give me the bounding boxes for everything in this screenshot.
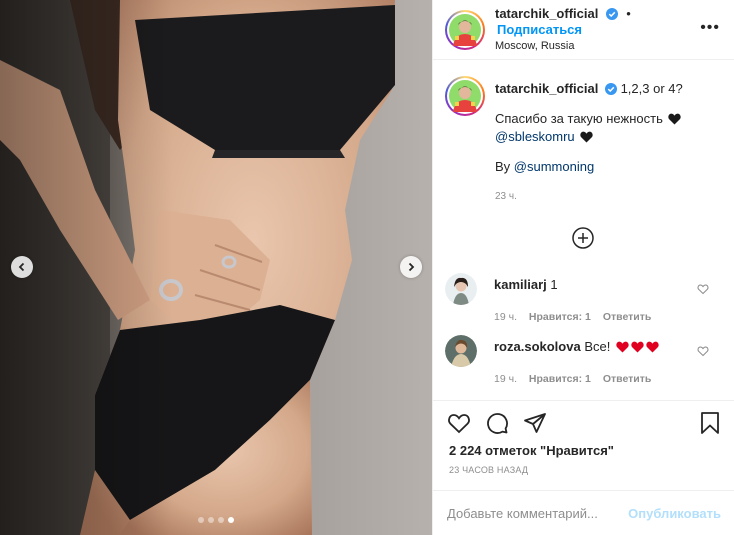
post-header: tatarchik_official • Подписаться Moscow,… [433,0,734,60]
load-more-comments-icon[interactable] [571,226,595,250]
follow-button[interactable]: Подписаться [497,22,582,37]
likes-count[interactable]: 2 224 отметок "Нравится" [449,443,614,458]
add-comment-bar: Опубликовать [433,490,734,535]
post-actions: 2 224 отметок "Нравится" 23 ЧАСОВ НАЗАД [433,400,734,490]
caption-credit-prefix: By [495,159,514,174]
comment-username[interactable]: kamiliarj [494,277,547,292]
comment-likes-count[interactable]: Нравится: 1 [529,311,591,323]
verified-badge-icon [604,83,617,95]
comment-likes-count[interactable]: Нравится: 1 [529,373,591,385]
next-slide-button[interactable] [400,256,422,278]
caption-username[interactable]: tatarchik_official [495,81,598,96]
comment-item: kamiliarj 1 19 ч. Нравится: 1 Ответить [445,273,723,326]
commenter-avatar[interactable] [445,273,477,305]
separator-dot: • [626,5,631,21]
post-timestamp[interactable]: 23 ЧАСОВ НАЗАД [449,465,528,475]
comments-section: tatarchik_official 1,2,3 or 4? Спасибо з… [433,60,734,400]
comment-reply-button[interactable]: Ответить [603,373,652,385]
caption-avatar-image [449,80,481,112]
author-avatar[interactable] [445,9,485,50]
author-avatar-image [449,13,481,46]
caption-timestamp[interactable]: 23 ч. [495,188,715,206]
more-options-icon[interactable]: ••• [700,20,720,36]
like-comment-heart-icon[interactable] [697,283,709,295]
caption-text: 1,2,3 or 4? [620,81,683,96]
like-comment-heart-icon[interactable] [697,345,709,357]
post-caption: tatarchik_official 1,2,3 or 4? Спасибо з… [445,76,715,206]
caption-credit-mention-link[interactable]: @summoning [514,159,594,174]
comment-text: Все! [584,339,611,354]
slide-dot [218,517,224,523]
black-heart-emoji-icon [580,131,593,143]
slide-dot [208,517,214,523]
comment-username[interactable]: roza.sokolova [494,339,581,354]
slide-dot [198,517,204,523]
chevron-left-icon [18,262,25,272]
comment-input[interactable] [447,505,629,521]
commenter-avatar[interactable] [445,335,477,367]
post-location[interactable]: Moscow, Russia [495,38,722,54]
comment-reply-button[interactable]: Ответить [603,311,652,323]
comment-text: 1 [550,277,558,292]
black-heart-emoji-icon [668,113,682,125]
slide-dot-active [228,517,234,523]
comment-timestamp[interactable]: 19 ч. [494,373,517,385]
publish-button[interactable]: Опубликовать [628,506,721,521]
red-heart-emoji-icon [616,341,629,353]
red-heart-emoji-icon [646,341,659,353]
chevron-right-icon [408,262,415,272]
comment-item: roza.sokolova Все! 19 ч. Нравится: 1 Отв… [445,335,723,388]
comment-timestamp[interactable]: 19 ч. [494,311,517,323]
red-heart-emoji-icon [631,341,644,353]
post-photo [0,0,432,535]
caption-line: Спасибо за такую нежность [495,111,663,126]
slide-indicator [0,517,432,523]
previous-slide-button[interactable] [11,256,33,278]
post-media[interactable] [0,0,432,535]
share-send-icon[interactable] [523,411,547,435]
like-heart-icon[interactable] [447,411,471,435]
author-username[interactable]: tatarchik_official [495,6,598,21]
comment-bubble-icon[interactable] [485,411,509,435]
save-bookmark-icon[interactable] [699,411,721,435]
caption-avatar[interactable] [445,76,485,116]
caption-mention-link[interactable]: @sbleskomru [495,129,575,144]
post-side-panel: tatarchik_official • Подписаться Moscow,… [432,0,734,535]
verified-badge-icon [605,7,618,20]
